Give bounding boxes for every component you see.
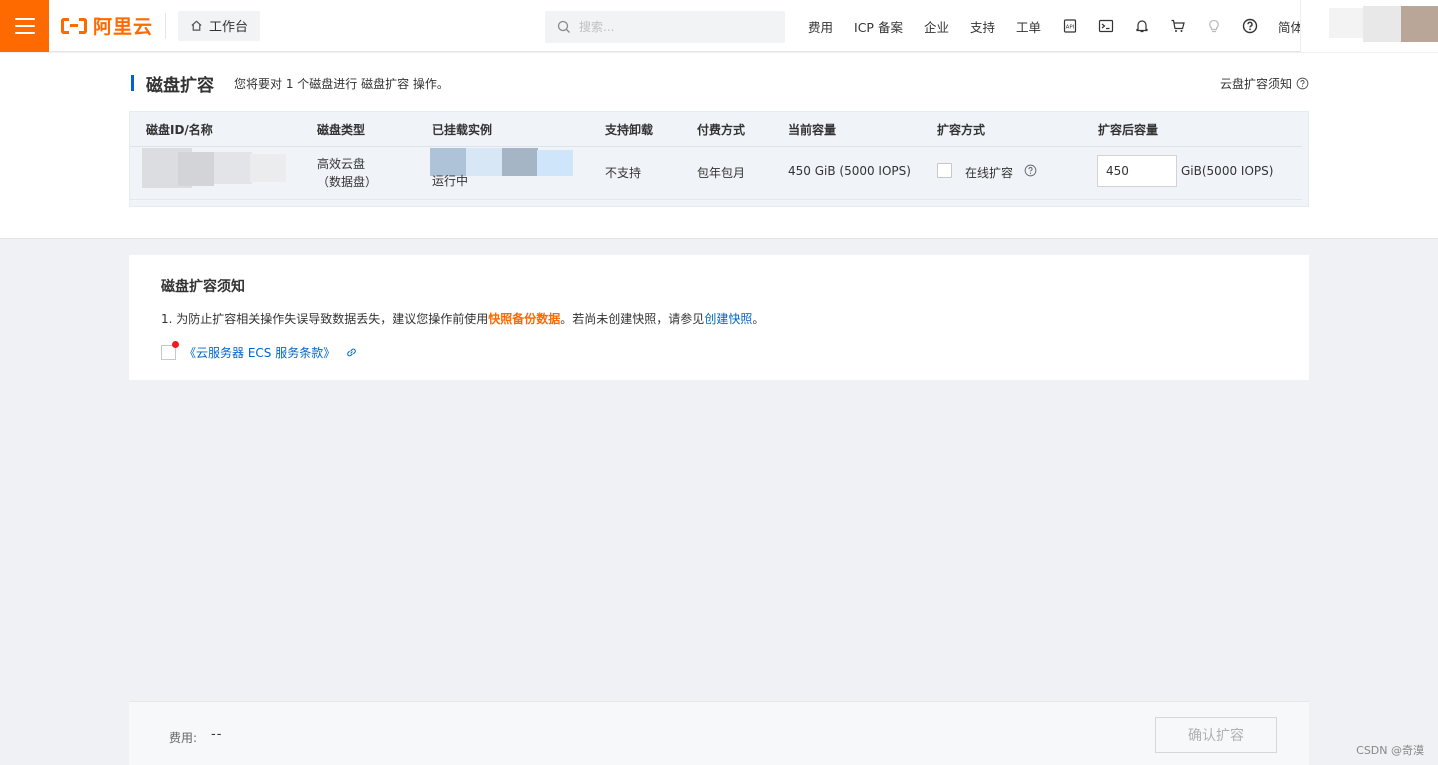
- cart-icon[interactable]: [1170, 18, 1186, 34]
- new-capacity-unit: GiB(5000 IOPS): [1181, 164, 1274, 178]
- current-capacity-value: 450 GiB (5000 IOPS): [788, 164, 911, 178]
- external-link-icon[interactable]: [345, 346, 358, 359]
- workbench-button[interactable]: 工作台: [178, 10, 261, 41]
- confirm-expand-button[interactable]: 确认扩容: [1155, 717, 1277, 753]
- notice-title: 磁盘扩容须知: [161, 279, 245, 295]
- disk-id-redacted: [178, 152, 214, 186]
- search-icon: [557, 20, 570, 33]
- disk-type-line1: 高效云盘: [317, 157, 366, 171]
- instance-id-redacted: [466, 148, 502, 176]
- expand-notice-link[interactable]: 云盘扩容须知: [1220, 73, 1309, 93]
- instance-status: 运行中: [432, 174, 469, 188]
- avatar[interactable]: [1401, 6, 1438, 42]
- header-nav: 费用 ICP 备案 企业 支持 工单 API 简体: [808, 0, 1324, 52]
- row-divider-line: [130, 199, 1302, 200]
- notice-text-prefix: 1. 为防止扩容相关操作失误导致数据丢失，建议您操作前使用: [161, 312, 489, 326]
- help-icon[interactable]: [1242, 18, 1258, 34]
- col-expand-method: 扩容方式: [937, 123, 986, 137]
- page-description: 您将要对 1 个磁盘进行 磁盘扩容 操作。: [234, 76, 449, 91]
- page-title-bar: 磁盘扩容 您将要对 1 个磁盘进行 磁盘扩容 操作。 云盘扩容须知: [131, 73, 1309, 96]
- ecs-terms-link[interactable]: 《云服务器 ECS 服务条款》: [184, 344, 335, 361]
- nav-item-icp[interactable]: ICP 备案: [854, 17, 903, 36]
- nav-item-support[interactable]: 支持: [970, 17, 995, 36]
- nav-item-enterprise[interactable]: 企业: [924, 17, 949, 36]
- nav-item-billing[interactable]: 费用: [808, 17, 833, 36]
- footer-action-bar: 费用: -- 确认扩容: [129, 701, 1309, 765]
- user-info-redacted: [1329, 8, 1365, 38]
- create-snapshot-link[interactable]: 创建快照: [704, 312, 752, 326]
- fee-label: 费用:: [169, 731, 198, 745]
- bell-icon[interactable]: [1134, 18, 1150, 34]
- notice-item-1: 1. 为防止扩容相关操作失误导致数据丢失，建议您操作前使用快照备份数据。若尚未创…: [161, 310, 764, 327]
- instance-id-redacted: [537, 150, 573, 176]
- home-icon: [191, 20, 202, 31]
- online-expand-checkbox[interactable]: [937, 163, 952, 178]
- lightbulb-icon[interactable]: [1206, 18, 1222, 34]
- agreement-row: 《云服务器 ECS 服务条款》: [161, 341, 358, 361]
- nav-item-ticket[interactable]: 工单: [1016, 17, 1041, 36]
- col-disk-type: 磁盘类型: [317, 123, 366, 137]
- col-billing: 付费方式: [697, 123, 746, 137]
- disk-expand-panel: 磁盘扩容 您将要对 1 个磁盘进行 磁盘扩容 操作。 云盘扩容须知 磁盘ID/名…: [0, 53, 1438, 239]
- billing-value: 包年包月: [697, 166, 746, 180]
- notice-text-middle: 。若尚未创建快照，请参见: [560, 312, 705, 326]
- snapshot-backup-highlight: 快照备份数据: [488, 312, 561, 326]
- instance-id-redacted: [502, 148, 538, 176]
- aliyun-logo-icon: [61, 17, 87, 34]
- hamburger-menu-button[interactable]: [0, 0, 49, 52]
- help-circle-icon[interactable]: [1024, 164, 1037, 177]
- title-accent-bar: [131, 75, 134, 91]
- disk-id-redacted: [250, 154, 286, 182]
- workbench-label: 工作台: [209, 20, 249, 35]
- help-circle-icon: [1296, 77, 1309, 89]
- new-capacity-input[interactable]: [1097, 155, 1177, 187]
- online-expand-label: 在线扩容: [965, 166, 1014, 180]
- aliyun-logo[interactable]: 阿里云: [61, 0, 153, 52]
- agreement-checkbox[interactable]: [161, 341, 179, 360]
- required-dot: [172, 341, 179, 348]
- fee-value: --: [211, 727, 223, 742]
- disk-type-line2: （数据盘）: [317, 175, 378, 189]
- header-divider: [165, 12, 167, 39]
- col-new-capacity: 扩容后容量: [1098, 123, 1159, 137]
- detachable-value: 不支持: [605, 166, 642, 180]
- logo-text: 阿里云: [93, 16, 154, 38]
- user-name-redacted: [1363, 6, 1403, 42]
- global-search-box[interactable]: [545, 11, 785, 43]
- table-header: 磁盘ID/名称 磁盘类型 已挂载实例 支持卸载 付费方式 当前容量 扩容方式 扩…: [130, 112, 1310, 146]
- user-account-area[interactable]: [1300, 0, 1438, 52]
- expand-notice-card: 磁盘扩容须知 1. 为防止扩容相关操作失误导致数据丢失，建议您操作前使用快照备份…: [129, 255, 1309, 380]
- page-title: 磁盘扩容: [146, 75, 214, 96]
- search-input[interactable]: [579, 20, 769, 34]
- col-detachable: 支持卸载: [605, 123, 654, 137]
- col-instance: 已挂载实例: [432, 123, 493, 137]
- col-disk-id: 磁盘ID/名称: [146, 123, 213, 137]
- col-current-capacity: 当前容量: [788, 123, 837, 137]
- notice-text-suffix: 。: [752, 312, 765, 326]
- svg-text:API: API: [1066, 25, 1075, 31]
- disk-id-redacted: [214, 152, 252, 184]
- header-divider-line: [130, 146, 1302, 147]
- terminal-icon[interactable]: [1098, 18, 1114, 34]
- disk-table: 磁盘ID/名称 磁盘类型 已挂载实例 支持卸载 付费方式 当前容量 扩容方式 扩…: [129, 111, 1309, 207]
- watermark: CSDN @奇漠: [1356, 744, 1424, 757]
- api-icon[interactable]: API: [1062, 18, 1078, 34]
- expand-notice-label: 云盘扩容须知: [1219, 76, 1292, 91]
